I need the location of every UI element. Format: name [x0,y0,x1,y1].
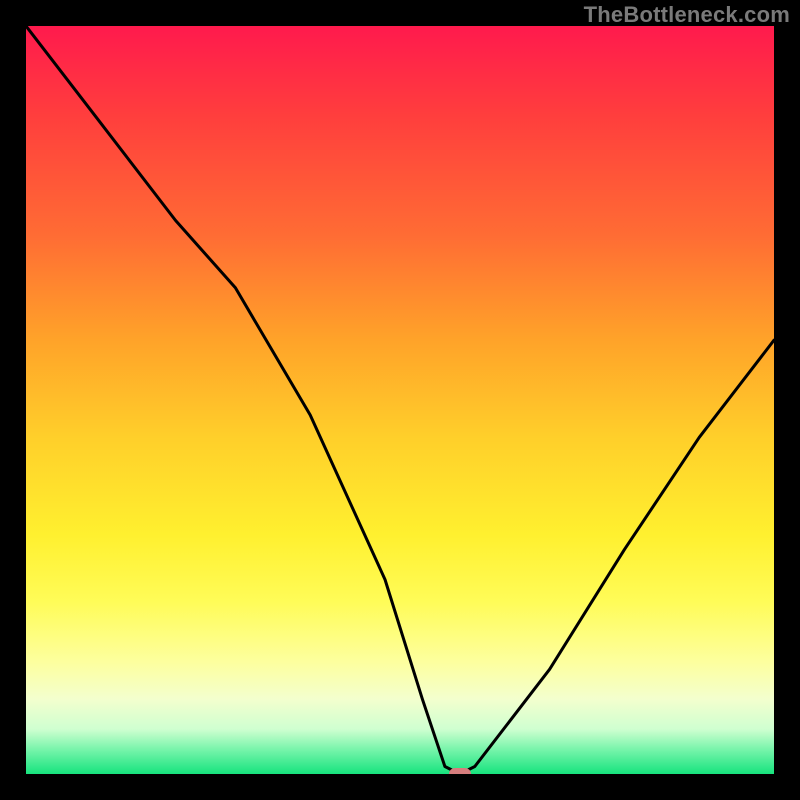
optimal-marker [449,768,471,774]
bottleneck-curve [26,26,774,774]
watermark-text: TheBottleneck.com [584,2,790,28]
plot-area [26,26,774,774]
chart-container: TheBottleneck.com [0,0,800,800]
